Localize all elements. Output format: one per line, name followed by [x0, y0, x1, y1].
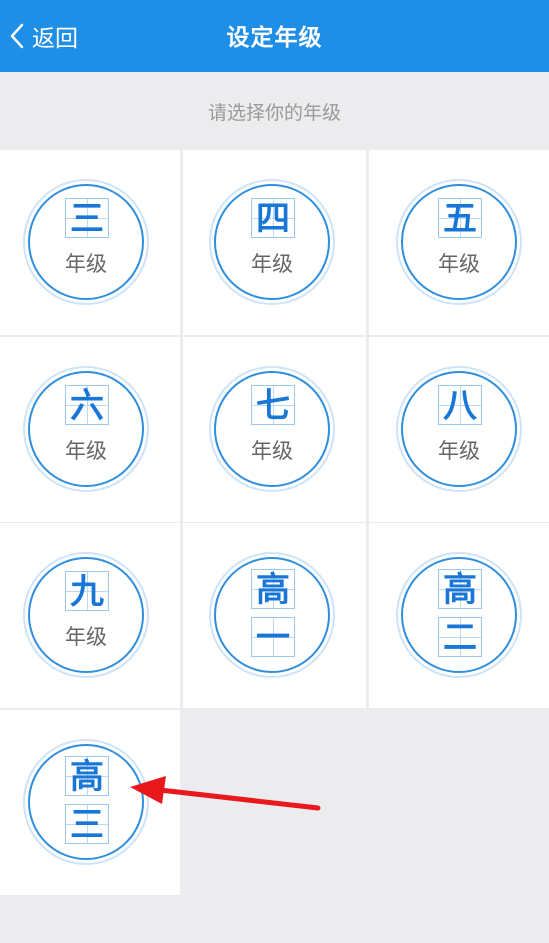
grade-tile-6[interactable]: 六 年级 — [0, 337, 180, 522]
grade-tile-9[interactable]: 九 年级 — [0, 523, 180, 708]
grade-badge: 四 年级 — [214, 184, 330, 300]
grade-badge: 三 年级 — [28, 184, 144, 300]
grade-suffix: 年级 — [65, 252, 107, 276]
grade-suffix: 年级 — [438, 439, 480, 463]
grade-badge: 高 三 — [28, 744, 144, 860]
grade-tile-7[interactable]: 七 年级 — [183, 337, 366, 522]
grade-tile-senior-1[interactable]: 高 一 — [183, 523, 366, 708]
grade-char: 高 — [251, 569, 295, 610]
grade-char: 四 — [251, 198, 295, 239]
grade-tile-5[interactable]: 五 年级 — [369, 150, 549, 335]
grade-char: 六 — [65, 385, 109, 426]
grade-char: 八 — [438, 385, 482, 426]
grade-badge: 高 一 — [214, 557, 330, 673]
grade-badge: 高 二 — [401, 557, 517, 673]
grade-char-2: 二 — [438, 617, 482, 658]
page-title: 设定年级 — [226, 25, 323, 51]
grade-suffix: 年级 — [438, 252, 480, 276]
grade-badge: 八 年级 — [401, 371, 517, 487]
instruction-text: 请选择你的年级 — [207, 102, 341, 124]
grade-tile-4[interactable]: 四 年级 — [183, 150, 366, 335]
grade-badge: 六 年级 — [28, 371, 144, 487]
grade-tile-3[interactable]: 三 年级 — [0, 150, 180, 335]
grade-char: 七 — [251, 385, 295, 426]
grade-char: 高 — [65, 756, 109, 797]
grade-char: 三 — [65, 198, 109, 239]
grade-char: 五 — [438, 198, 482, 239]
grade-char-2: 三 — [65, 804, 109, 845]
top-bar: 返回 设定年级 — [0, 0, 549, 72]
grade-suffix: 年级 — [65, 625, 107, 649]
grade-suffix: 年级 — [65, 439, 107, 463]
grade-badge: 五 年级 — [401, 184, 517, 300]
grade-char: 高 — [438, 569, 482, 610]
grade-badge: 七 年级 — [214, 371, 330, 487]
grade-tile-senior-2[interactable]: 高 二 — [369, 523, 549, 708]
grade-char-2: 一 — [251, 617, 295, 658]
grade-suffix: 年级 — [251, 439, 293, 463]
grade-tile-8[interactable]: 八 年级 — [369, 337, 549, 522]
grade-char: 九 — [65, 571, 109, 612]
grade-suffix: 年级 — [251, 252, 293, 276]
grade-badge: 九 年级 — [28, 557, 144, 673]
grade-tile-senior-3[interactable]: 高 三 — [0, 710, 180, 895]
